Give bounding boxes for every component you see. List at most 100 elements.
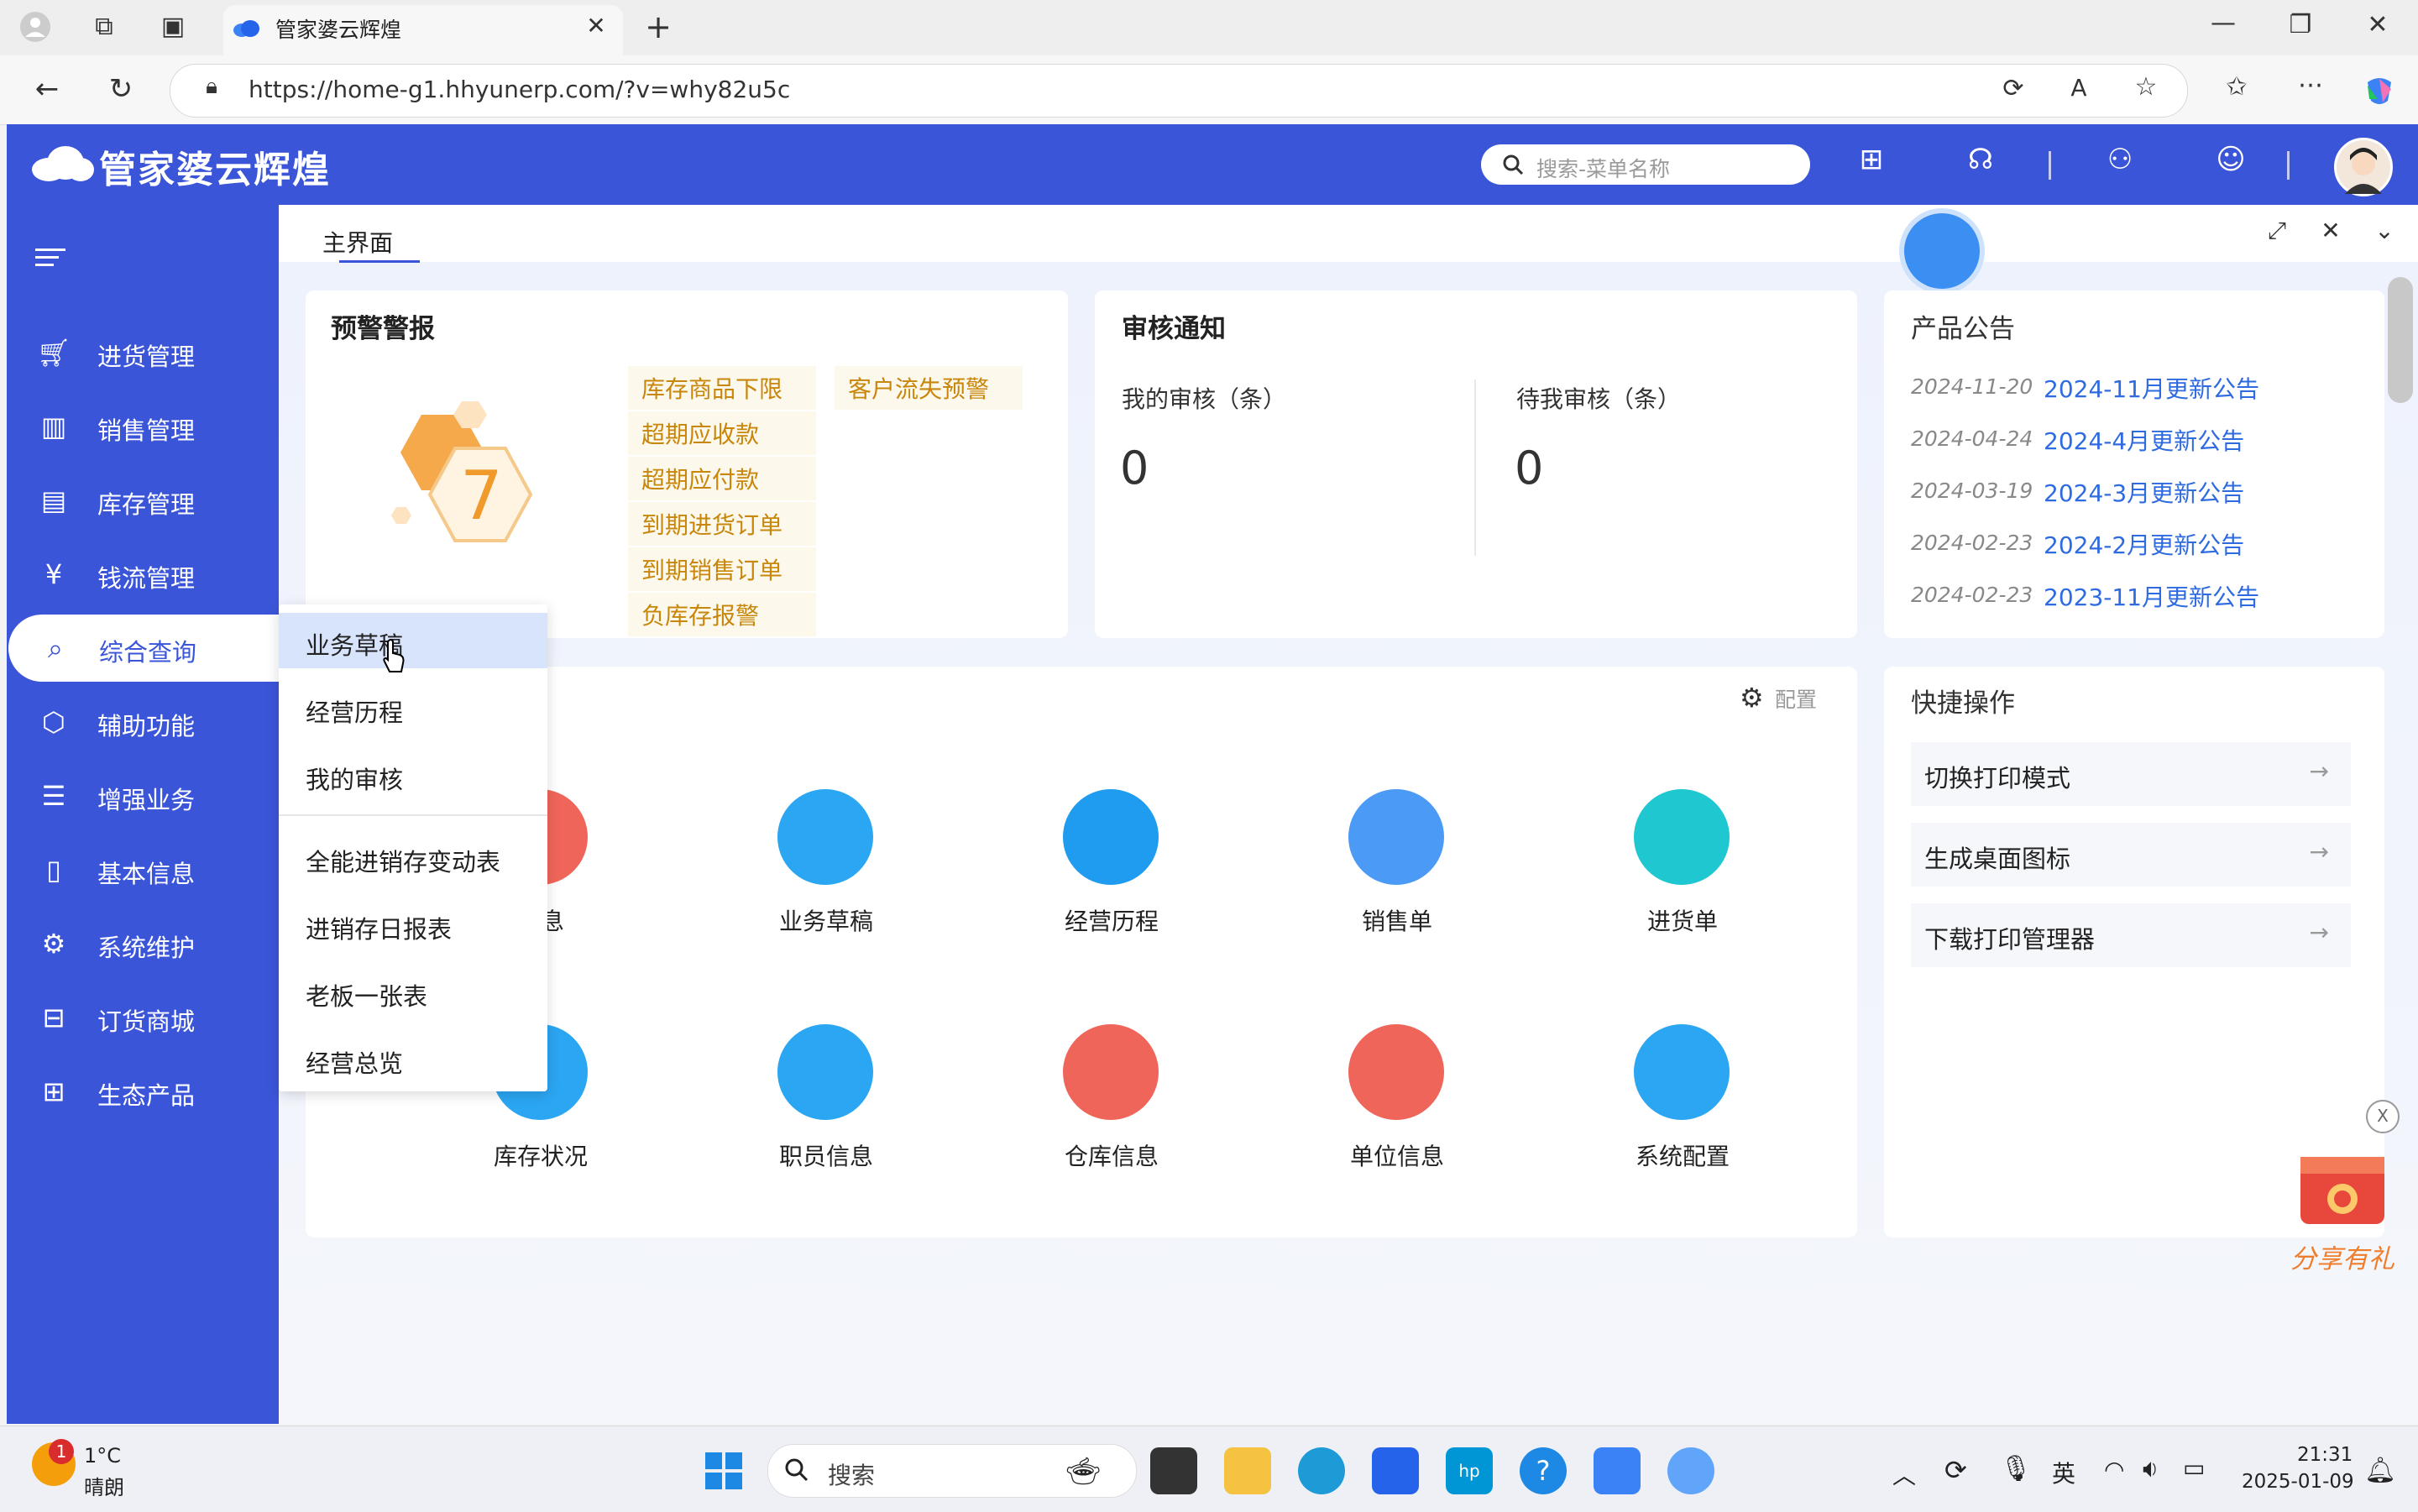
my-audit-count[interactable]: 0 (1120, 442, 1149, 494)
help-icon[interactable]: ? (1520, 1447, 1567, 1494)
notice-link[interactable]: 2024-2月更新公告 (2044, 527, 2244, 561)
store-icon[interactable] (1372, 1447, 1419, 1494)
fullscreen-icon[interactable]: ⤢ (2258, 217, 2295, 245)
lock-icon[interactable]: 🔒︎ (193, 74, 230, 100)
notice-link[interactable]: 2024-3月更新公告 (2044, 475, 2244, 509)
shortcut-label[interactable]: 系统配置 (1590, 1138, 1775, 1172)
restore-icon[interactable]: ❐ (2282, 10, 2319, 39)
sidebar-item-purchase[interactable]: 🛒︎ 进货管理 (7, 319, 279, 386)
message-icon[interactable]: ☺ (2210, 143, 2252, 176)
warehouse-icon[interactable] (1063, 1024, 1159, 1120)
history-chart-icon[interactable] (1063, 789, 1159, 885)
notification-bell-icon[interactable]: 🔔︎ (2364, 1456, 2396, 1485)
chat-app-icon[interactable] (1667, 1447, 1714, 1494)
clock-date[interactable]: 2025-01-09 (2242, 1471, 2354, 1493)
weather-temperature[interactable]: 1°C (84, 1444, 121, 1468)
quick-op-item[interactable]: 切换打印模式 → (1911, 742, 2351, 806)
customer-service-icon[interactable]: ☊ (1960, 143, 2002, 176)
favorites-icon[interactable]: ✩ (2218, 72, 2255, 102)
sidebar-item-system[interactable]: ⚙︎ 系统维护 (7, 910, 279, 977)
sidebar-item-sales[interactable]: ▥ 销售管理 (7, 393, 279, 460)
scrollbar-thumb[interactable] (2388, 277, 2413, 403)
refresh-icon[interactable]: ↻ (102, 72, 139, 106)
submenu-item[interactable]: 老板一张表 (279, 964, 547, 1019)
notice-link[interactable]: 2024-11月更新公告 (2044, 371, 2259, 405)
collections-icon[interactable]: ⧉ (86, 12, 123, 41)
notice-link[interactable]: 2023-11月更新公告 (2044, 579, 2259, 613)
sales-order-icon[interactable] (1348, 789, 1444, 885)
shortcut-label[interactable]: 销售单 (1305, 903, 1489, 937)
warning-item[interactable]: 到期销售订单 (628, 547, 816, 591)
promo-close-button[interactable]: X (2366, 1100, 2400, 1133)
user-avatar[interactable] (2334, 138, 2393, 196)
weather-description[interactable]: 晴朗 (84, 1471, 124, 1500)
shortcut-label[interactable]: 经营历程 (1019, 903, 1204, 937)
sidebar-item-inventory[interactable]: ▤ 库存管理 (7, 467, 279, 534)
edge-browser-icon[interactable] (1298, 1447, 1345, 1494)
submenu-item[interactable]: 进销存日报表 (279, 897, 547, 952)
volume-icon[interactable]: 🔉︎ (2143, 1454, 2159, 1483)
draft-icon[interactable] (777, 789, 873, 885)
search-placeholder[interactable]: 搜索-菜单名称 (1536, 153, 1670, 183)
warning-item[interactable]: 客户流失预警 (835, 366, 1023, 410)
chevron-up-icon[interactable]: ︿ (1892, 1457, 1916, 1491)
ime-indicator[interactable]: 英 (2052, 1456, 2075, 1489)
windows-start-icon[interactable] (700, 1447, 747, 1494)
sync-icon[interactable]: ⟳ (1944, 1454, 1967, 1486)
menu-collapse-icon[interactable] (34, 245, 71, 270)
sidebar-item-enhanced[interactable]: ☰ 增强业务 (7, 762, 279, 829)
warning-item[interactable]: 超期应收款 (628, 411, 816, 455)
user-settings-icon[interactable]: ⚇ (2099, 143, 2141, 176)
sidebar-item-query[interactable]: ⌕ 综合查询 (8, 615, 280, 682)
app-available-icon[interactable]: ⟳ (1995, 74, 2032, 103)
gear-icon[interactable]: ⚙︎ (1740, 682, 1764, 714)
config-button[interactable]: 配置 (1775, 683, 1817, 714)
more-icon[interactable]: ⋯ (2292, 71, 2329, 100)
sidebar-item-ecosystem[interactable]: ⊞ 生态产品 (7, 1058, 279, 1125)
sidebar-item-mall[interactable]: ⊟ 订货商城 (7, 984, 279, 1051)
wifi-icon[interactable]: ◠ (2104, 1456, 2124, 1483)
warning-item[interactable]: 到期进货订单 (628, 502, 816, 546)
promo-label[interactable]: 分享有礼 (2290, 1237, 2394, 1275)
sidebar-item-auxiliary[interactable]: ⬡ 辅助功能 (7, 688, 279, 756)
shortcut-label[interactable]: 库存状况 (448, 1138, 633, 1172)
task-view-icon[interactable] (1150, 1447, 1197, 1494)
staff-info-icon[interactable] (777, 1024, 873, 1120)
sidebar-item-cashflow[interactable]: ¥ 钱流管理 (7, 541, 279, 608)
notice-link[interactable]: 2024-4月更新公告 (2044, 423, 2244, 457)
myhp-icon[interactable]: hp (1446, 1447, 1493, 1494)
minimize-icon[interactable]: — (2205, 8, 2242, 38)
submenu-item[interactable]: 经营总览 (279, 1031, 547, 1086)
warning-item[interactable]: 负库存报警 (628, 593, 816, 636)
read-aloud-icon[interactable]: A (2060, 74, 2097, 102)
submenu-item[interactable]: 经营历程 (279, 680, 547, 735)
warning-item[interactable]: 库存商品下限 (628, 366, 816, 410)
quick-op-item[interactable]: 下载打印管理器 → (1911, 903, 2351, 967)
tab-dropdown-icon[interactable]: ⌄ (2366, 217, 2403, 244)
pending-audit-count[interactable]: 0 (1515, 442, 1543, 494)
shortcut-label[interactable]: 职员信息 (734, 1138, 919, 1172)
sidebar-item-basic-info[interactable]: ▯ 基本信息 (7, 836, 279, 903)
unit-info-icon[interactable] (1348, 1024, 1444, 1120)
grid-menu-icon[interactable]: ⊞ (1850, 143, 1892, 176)
battery-icon[interactable]: ▭ (2183, 1454, 2205, 1482)
shortcut-label[interactable]: 进货单 (1590, 903, 1775, 937)
shortcut-label[interactable]: 单位信息 (1305, 1138, 1489, 1172)
taskbar-search-label[interactable]: 搜索 (828, 1457, 875, 1491)
close-tab-icon[interactable]: ✕ (578, 12, 615, 39)
shortcut-label[interactable]: 业务草稿 (734, 903, 919, 937)
submenu-item[interactable]: 业务草稿 (279, 613, 547, 668)
clock-time[interactable]: 21:31 (2297, 1444, 2353, 1466)
floating-assistant-button[interactable] (1904, 213, 1980, 289)
copilot-app-icon[interactable] (1594, 1447, 1641, 1494)
submenu-item[interactable]: 全能进销存变动表 (279, 829, 547, 885)
shortcut-label[interactable]: 仓库信息 (1019, 1138, 1204, 1172)
quick-op-item[interactable]: 生成桌面图标 → (1911, 823, 2351, 887)
close-window-icon[interactable]: ✕ (2359, 10, 2396, 39)
back-icon[interactable]: ← (29, 72, 65, 106)
gift-box-icon[interactable] (2292, 1140, 2393, 1231)
url-text[interactable]: https://home-g1.hhyunerp.com/?v=why82u5c (249, 76, 790, 103)
file-explorer-icon[interactable] (1224, 1447, 1271, 1494)
warning-item[interactable]: 超期应付款 (628, 457, 816, 500)
purchase-order-icon[interactable] (1634, 789, 1730, 885)
